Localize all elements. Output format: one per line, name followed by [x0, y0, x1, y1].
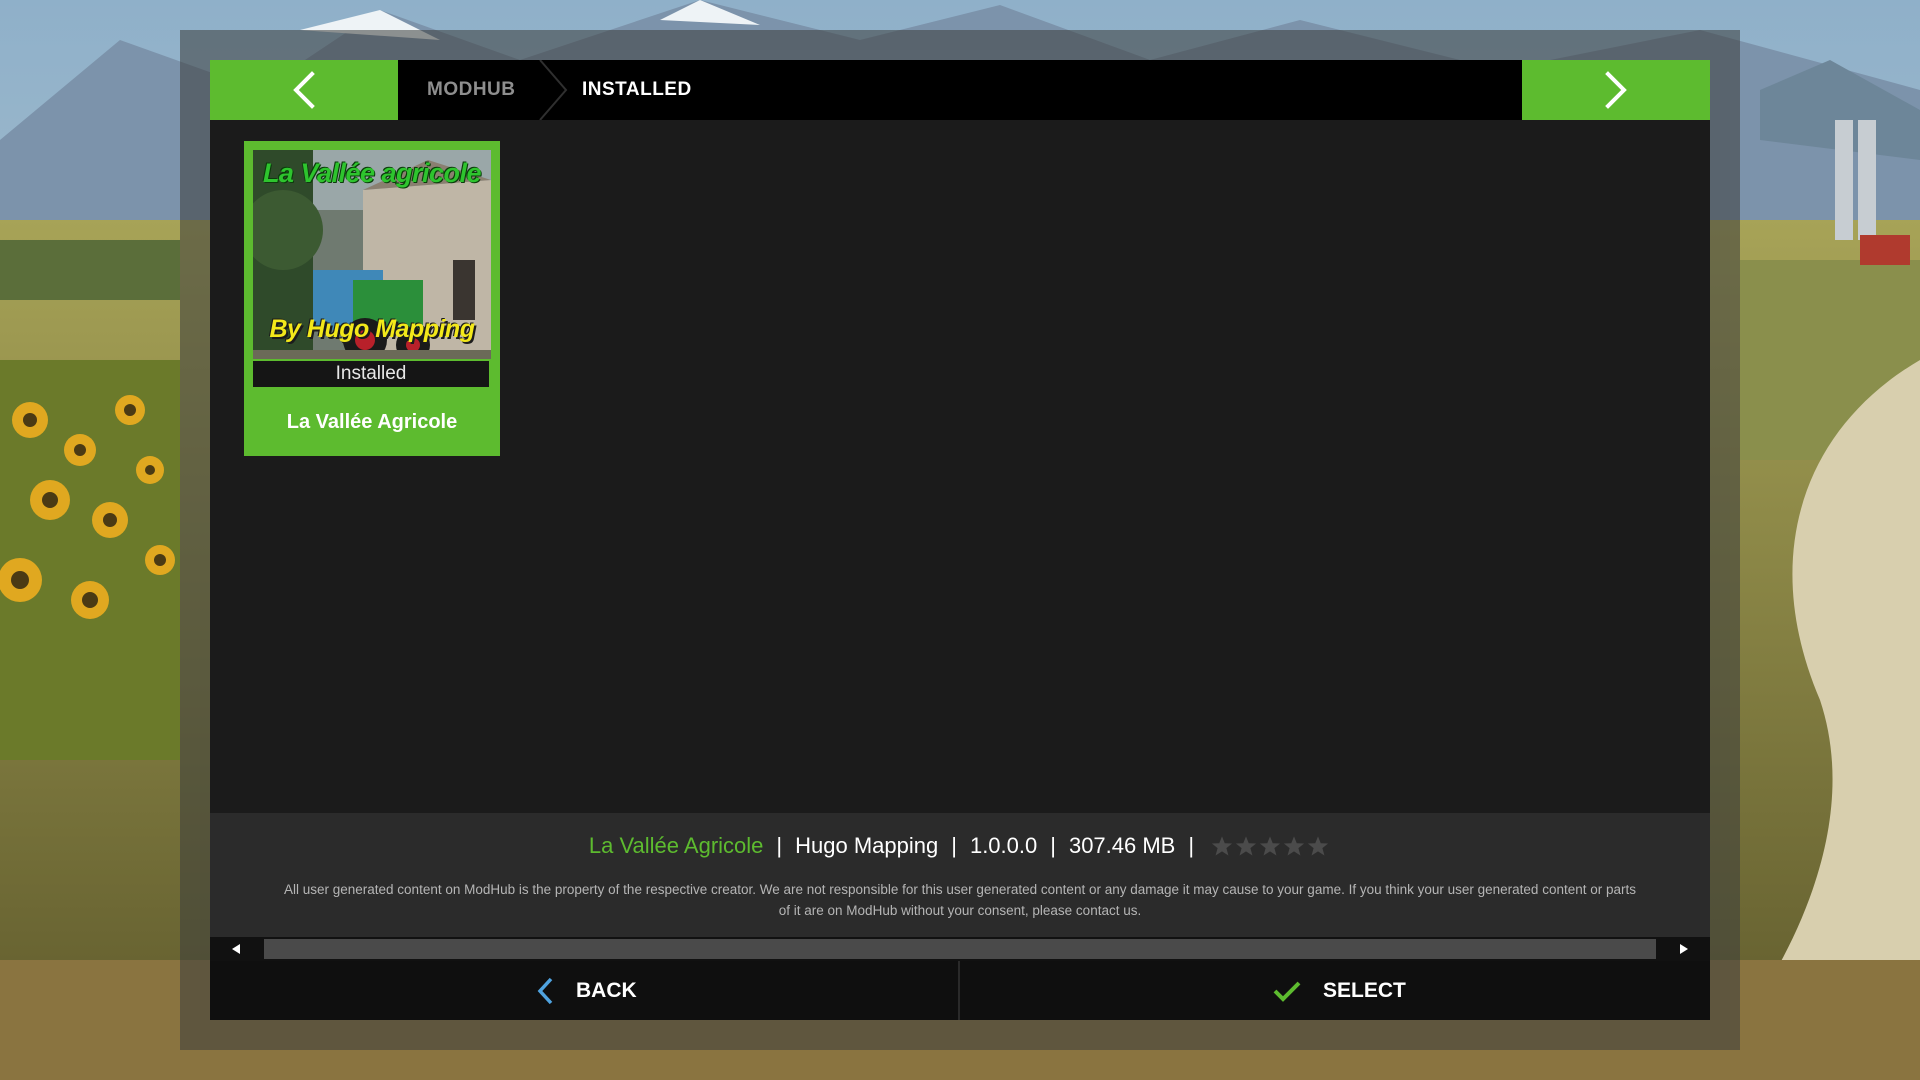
detail-separator: | [951, 833, 957, 858]
thumbnail-title-text: La Vallée agricole [262, 158, 482, 188]
back-button[interactable]: BACK [536, 961, 637, 1020]
breadcrumb-modhub[interactable]: MODHUB [427, 60, 516, 120]
star-icon [1259, 836, 1281, 856]
footer-divider [958, 961, 960, 1020]
star-icon [1235, 836, 1257, 856]
footer-bar: BACK SELECT [210, 961, 1710, 1020]
rating-stars [1211, 835, 1331, 857]
star-icon [1283, 836, 1305, 856]
thumbnail-author-text: By Hugo Mapping [269, 315, 475, 343]
installed-status-badge: Installed [251, 359, 491, 389]
chevron-right-icon [1605, 71, 1627, 109]
back-button-label: BACK [576, 978, 637, 1002]
detail-separator: | [1188, 833, 1195, 858]
mod-info-panel: La Vallée Agricole | Hugo Mapping | 1.0.… [210, 813, 1710, 937]
chevron-left-icon [293, 71, 315, 109]
modhub-window: MODHUB INSTALLED La Vallée agricole By H… [210, 60, 1710, 1020]
horizontal-scrollbar[interactable] [210, 937, 1710, 961]
detail-mod-name: La Vallée Agricole [588, 833, 764, 858]
mod-card-name: La Vallée Agricole [286, 411, 458, 433]
breadcrumb-installed: INSTALLED [582, 79, 692, 100]
detail-separator: | [1050, 833, 1056, 858]
select-button[interactable]: SELECT [1273, 961, 1406, 1020]
detail-size: 307.46 MB [1068, 833, 1176, 858]
scroll-left-button[interactable] [210, 937, 262, 961]
star-icon [1211, 836, 1233, 856]
previous-page-button[interactable] [210, 60, 398, 120]
select-button-label: SELECT [1323, 978, 1406, 1002]
mod-details-line: La Vallée Agricole | Hugo Mapping | 1.0.… [210, 833, 1710, 859]
mod-card[interactable]: La Vallée agricole By Hugo Mapping Insta… [244, 141, 500, 456]
scroll-right-button[interactable] [1658, 937, 1710, 961]
triangle-right-icon [1680, 944, 1688, 954]
next-page-button[interactable] [1522, 60, 1710, 120]
detail-version: 1.0.0.0 [969, 833, 1038, 858]
star-icon [1307, 836, 1329, 856]
breadcrumb-separator-icon [539, 60, 568, 120]
checkmark-icon [1273, 981, 1301, 1002]
back-chevron-icon [537, 977, 553, 1004]
detail-author: Hugo Mapping [795, 833, 939, 858]
header-bar: MODHUB INSTALLED [210, 60, 1710, 120]
scrollbar-thumb[interactable] [264, 939, 1656, 959]
mod-thumbnail: La Vallée agricole By Hugo Mapping [253, 150, 491, 385]
detail-separator: | [776, 833, 783, 858]
ugc-disclaimer-text: All user generated content on ModHub is … [283, 882, 1636, 918]
triangle-left-icon [232, 944, 240, 954]
